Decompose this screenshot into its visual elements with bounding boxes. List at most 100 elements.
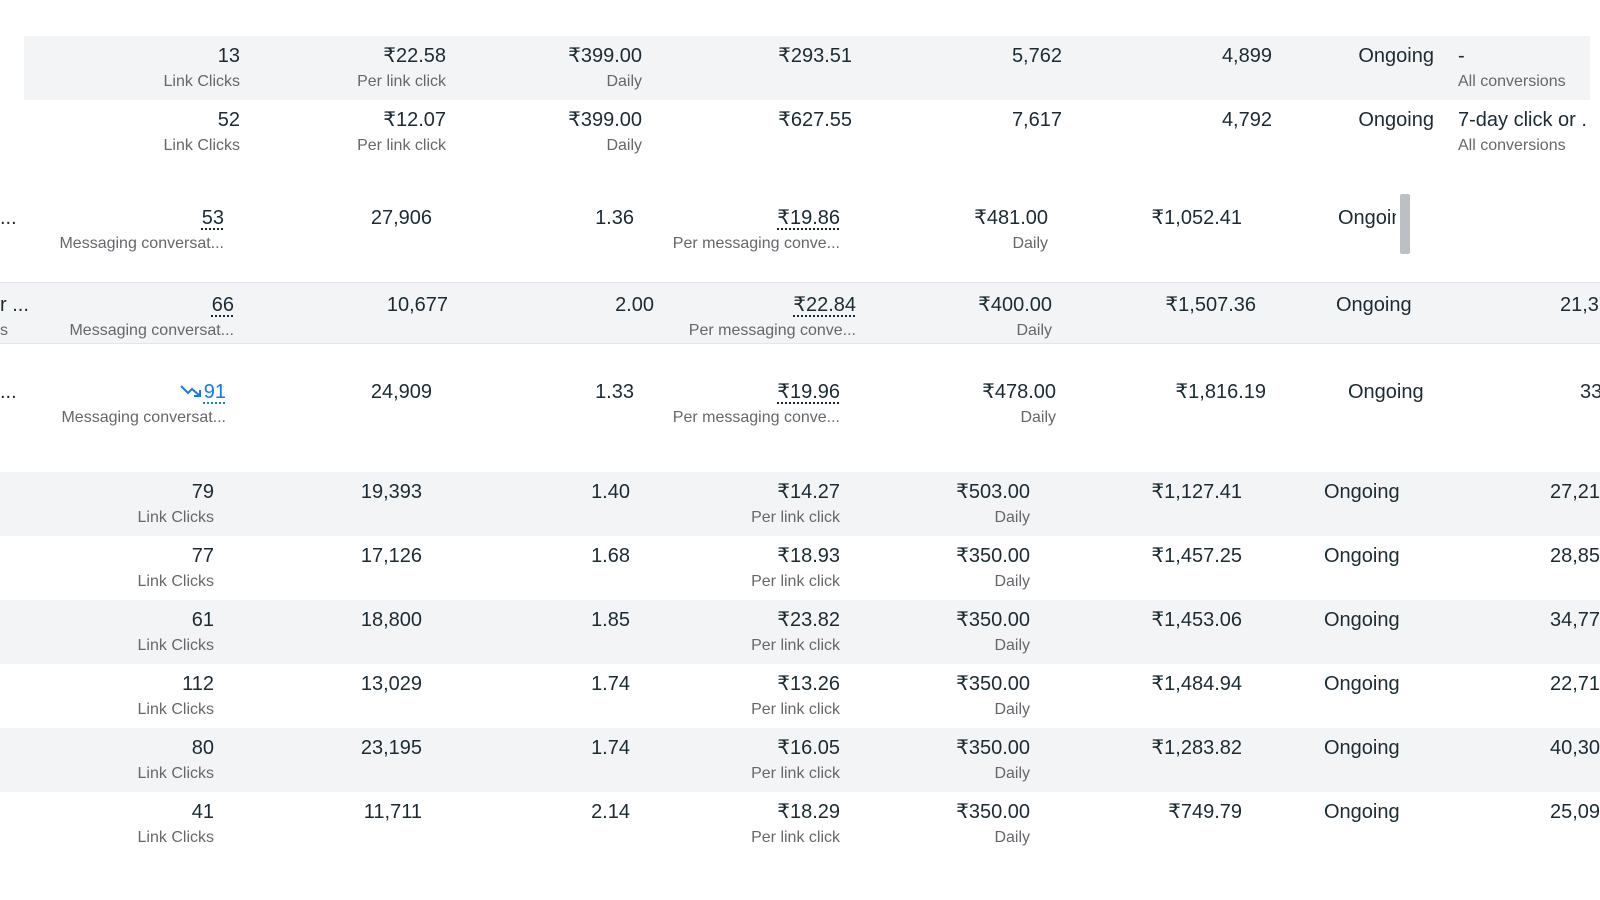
reach-cell: 23,195 bbox=[360, 737, 422, 759]
ends-cell: Ongoing bbox=[1336, 294, 1412, 316]
results-cell: 61 Link Clicks bbox=[137, 609, 214, 654]
reach-cell: 19,393 bbox=[360, 481, 422, 503]
ends-cell: Ongoing bbox=[1348, 381, 1424, 403]
impressions-cell: 28,85 bbox=[1550, 545, 1600, 567]
impressions-cell: 22,71 bbox=[1550, 673, 1600, 695]
table-row[interactable]: 77 Link Clicks 17,126 1.68 ₹18.93 Per link… bbox=[0, 536, 1600, 600]
cost-per-result-cell: ₹14.27 Per link click bbox=[751, 481, 840, 526]
budget-cell: ₹399.00 Daily bbox=[568, 45, 642, 90]
impressions-cell: 27,21 bbox=[1550, 481, 1600, 503]
reach-cell: 10,677 bbox=[386, 294, 448, 316]
table-row[interactable]: ... 53 Messaging conversat... 27,906 1.36… bbox=[0, 194, 1600, 262]
cost-per-result-cell: ₹19.86 Per messaging conve... bbox=[672, 207, 840, 252]
cost-per-result-cell: ₹19.96 Per messaging conve... bbox=[672, 381, 840, 426]
amount-spent-cell: ₹1,507.36 bbox=[1165, 294, 1256, 316]
reach-cell: 27,906 bbox=[370, 207, 432, 229]
amount-spent-cell: ₹749.79 bbox=[1168, 801, 1242, 823]
results-cell: 77 Link Clicks bbox=[137, 545, 214, 590]
impressions-cell: 33 bbox=[1580, 381, 1600, 403]
table-row[interactable]: 61 Link Clicks 18,800 1.85 ₹23.82 Per link… bbox=[0, 600, 1600, 664]
amount-spent-cell: ₹1,457.25 bbox=[1151, 545, 1242, 567]
attribution-cell: - All conversions bbox=[1458, 45, 1566, 90]
amount-spent-cell: ₹1,816.19 bbox=[1175, 381, 1266, 403]
budget-cell: ₹481.00 Daily bbox=[974, 207, 1048, 252]
impressions-cell: 34,77 bbox=[1550, 609, 1600, 631]
campaign-name-cell[interactable]: ... bbox=[0, 380, 17, 404]
impressions-cell: 25,09 bbox=[1550, 801, 1600, 823]
budget-cell: ₹350.00 Daily bbox=[956, 801, 1030, 846]
amount-spent-cell: ₹627.55 bbox=[778, 109, 852, 131]
impressions-cell: 5,762 bbox=[1011, 45, 1062, 67]
budget-cell: ₹350.00 Daily bbox=[956, 673, 1030, 718]
campaign-name-cell[interactable]: ... bbox=[0, 206, 17, 230]
top-table-section: 13 Link Clicks ₹22.58 Per link click ₹399.… bbox=[0, 36, 1600, 186]
ends-cell: Ongoing bbox=[1358, 45, 1434, 67]
messaging-table-section: ... 53 Messaging conversat... 27,906 1.36… bbox=[0, 194, 1600, 452]
impressions-cell: 21,37 bbox=[1560, 294, 1600, 316]
budget-cell: ₹350.00 Daily bbox=[956, 737, 1030, 782]
table-row[interactable]: 13 Link Clicks ₹22.58 Per link click ₹399.… bbox=[24, 36, 1590, 100]
reach-cell: 4,899 bbox=[1221, 45, 1272, 67]
ends-cell: Ongoin bbox=[1338, 207, 1396, 229]
ads-manager-table: 13 Link Clicks ₹22.58 Per link click ₹399.… bbox=[0, 0, 1600, 900]
table-row[interactable]: r ... s 66 Messaging conversat... 10,677 2… bbox=[0, 282, 1600, 344]
cost-per-result-cell: ₹23.82 Per link click bbox=[751, 609, 840, 654]
results-cell: 13 Link Clicks bbox=[163, 45, 240, 90]
ends-cell: Ongoing bbox=[1324, 737, 1400, 759]
frequency-cell: 1.74 bbox=[591, 737, 630, 759]
results-cell: 91 Messaging conversat... bbox=[61, 381, 226, 426]
amount-spent-cell: ₹1,052.41 bbox=[1151, 207, 1242, 229]
table-row[interactable]: 80 Link Clicks 23,195 1.74 ₹16.05 Per link… bbox=[0, 728, 1600, 792]
budget-cell: ₹400.00 Daily bbox=[978, 294, 1052, 339]
cost-per-result-cell: ₹13.26 Per link click bbox=[751, 673, 840, 718]
frequency-cell: 1.33 bbox=[595, 381, 634, 403]
campaign-name-cell[interactable]: r ... s bbox=[0, 293, 29, 341]
reach-cell: 18,800 bbox=[360, 609, 422, 631]
table-row[interactable]: 52 Link Clicks ₹12.07 Per link click ₹399.… bbox=[24, 100, 1590, 164]
results-cell: 112 Link Clicks bbox=[137, 673, 214, 718]
results-cell: 41 Link Clicks bbox=[137, 801, 214, 846]
frequency-cell: 1.74 bbox=[591, 673, 630, 695]
frequency-cell: 2.00 bbox=[615, 294, 654, 316]
horizontal-scroll-thumb[interactable] bbox=[1400, 194, 1410, 254]
reach-cell: 17,126 bbox=[360, 545, 422, 567]
ends-cell: Ongoing bbox=[1324, 545, 1400, 567]
results-cell: 66 Messaging conversat... bbox=[69, 294, 234, 339]
table-row[interactable]: 41 Link Clicks 11,711 2.14 ₹18.29 Per link… bbox=[0, 792, 1600, 856]
results-cell: 79 Link Clicks bbox=[137, 481, 214, 526]
frequency-cell: 1.68 bbox=[591, 545, 630, 567]
impressions-cell: 7,617 bbox=[1011, 109, 1062, 131]
results-cell: 80 Link Clicks bbox=[137, 737, 214, 782]
frequency-cell: 1.85 bbox=[591, 609, 630, 631]
budget-cell: ₹478.00 Daily bbox=[982, 381, 1056, 426]
frequency-cell: 1.40 bbox=[591, 481, 630, 503]
amount-spent-cell: ₹1,127.41 bbox=[1151, 481, 1242, 503]
frequency-cell: 2.14 bbox=[591, 801, 630, 823]
ends-cell: Ongoing bbox=[1324, 801, 1400, 823]
table-row[interactable]: ... 91 Messaging conversat... 24,909 1.3… bbox=[0, 362, 1600, 446]
ends-cell: Ongoing bbox=[1324, 481, 1400, 503]
cost-per-result-cell: ₹18.93 Per link click bbox=[751, 545, 840, 590]
budget-cell: ₹350.00 Daily bbox=[956, 609, 1030, 654]
ends-cell: Ongoing bbox=[1324, 673, 1400, 695]
frequency-cell: 1.36 bbox=[595, 207, 634, 229]
amount-spent-cell: ₹1,453.06 bbox=[1151, 609, 1242, 631]
reach-cell: 4,792 bbox=[1221, 109, 1272, 131]
table-row[interactable]: 112 Link Clicks 13,029 1.74 ₹13.26 Per lin… bbox=[0, 664, 1600, 728]
attribution-cell: 7-day click or . All conversions bbox=[1458, 109, 1587, 154]
budget-cell: ₹350.00 Daily bbox=[956, 545, 1030, 590]
cost-per-result-cell: ₹12.07 Per link click bbox=[357, 109, 446, 154]
amount-spent-cell: ₹1,283.82 bbox=[1151, 737, 1242, 759]
reach-cell: 13,029 bbox=[360, 673, 422, 695]
table-row[interactable]: 79 Link Clicks 19,393 1.40 ₹14.27 Per link… bbox=[0, 472, 1600, 536]
amount-spent-cell: ₹293.51 bbox=[778, 45, 852, 67]
cost-per-result-cell: ₹16.05 Per link click bbox=[751, 737, 840, 782]
link-clicks-table-section: 79 Link Clicks 19,393 1.40 ₹14.27 Per link… bbox=[0, 472, 1600, 862]
ends-cell: Ongoing bbox=[1358, 109, 1434, 131]
amount-spent-cell: ₹1,484.94 bbox=[1151, 673, 1242, 695]
impressions-cell: 40,30 bbox=[1550, 737, 1600, 759]
cost-per-result-cell: ₹18.29 Per link click bbox=[751, 801, 840, 846]
budget-cell: ₹399.00 Daily bbox=[568, 109, 642, 154]
reach-cell: 24,909 bbox=[370, 381, 432, 403]
reach-cell: 11,711 bbox=[363, 801, 422, 823]
